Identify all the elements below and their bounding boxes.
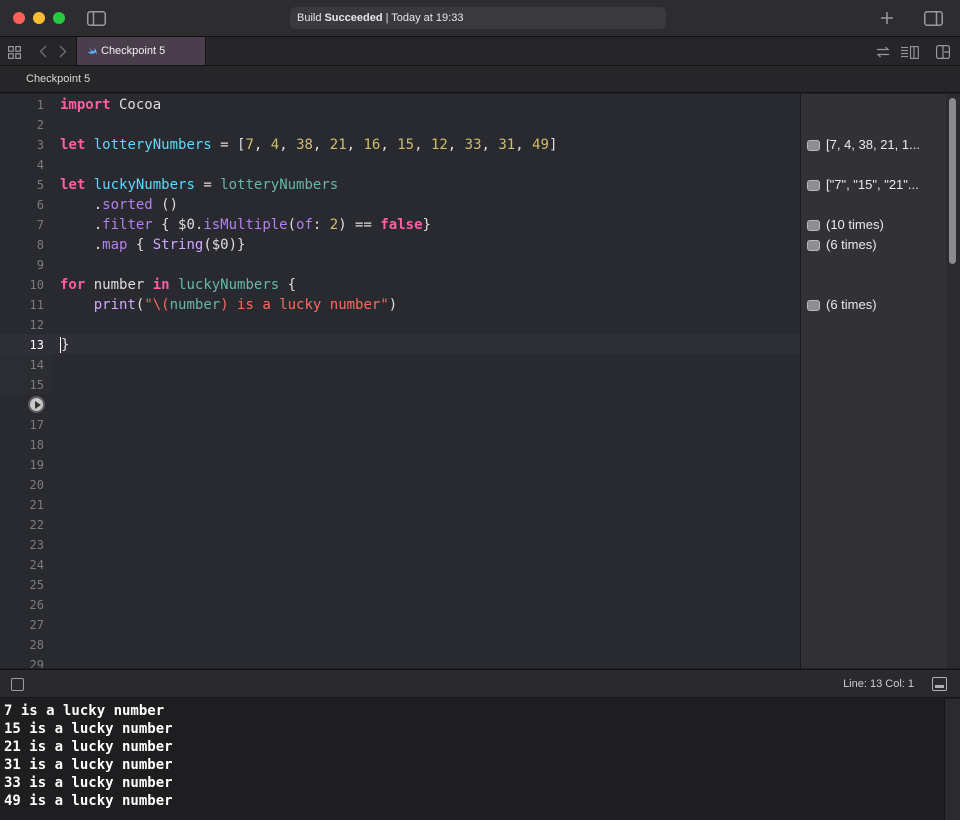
minimize-window-button[interactable] — [33, 12, 45, 24]
add-editor-icon[interactable] — [934, 44, 952, 60]
console-line: 31 is a lucky number — [4, 757, 173, 773]
line-number: 5 — [36, 178, 44, 192]
build-status-prefix: Build — [297, 12, 322, 24]
line-number: 23 — [29, 538, 44, 552]
line-number: 22 — [29, 518, 44, 532]
line-number: 9 — [36, 258, 44, 272]
code-line: let luckyNumbers = lotteryNumbers — [60, 177, 339, 193]
code-line: import Cocoa — [60, 97, 162, 113]
line-number: 21 — [29, 498, 44, 512]
line-number: 10 — [29, 278, 44, 292]
run-to-line-button[interactable] — [28, 396, 45, 413]
line-number: 24 — [29, 558, 44, 572]
line-number: 4 — [36, 158, 44, 172]
title-bar: Build Succeeded | Today at 19:33 — [0, 0, 960, 37]
line-number: 25 — [29, 578, 44, 592]
editor-options-icon[interactable] — [898, 44, 920, 60]
tab-bar: Checkpoint 5 — [0, 37, 960, 66]
code-line: for number in luckyNumbers { — [60, 277, 297, 293]
line-number: 17 — [29, 418, 44, 432]
console-scrollbar[interactable] — [944, 699, 960, 820]
line-number-current: 13 — [29, 338, 44, 352]
build-status: Build Succeeded | Today at 19:33 — [290, 7, 666, 29]
quick-look-icon[interactable] — [807, 299, 820, 311]
build-status-time: | Today at 19:33 — [385, 12, 464, 24]
line-number: 8 — [36, 238, 44, 252]
editor-scrollbar[interactable] — [946, 94, 960, 668]
close-window-button[interactable] — [13, 12, 25, 24]
debug-bar: Line: 13 Col: 1 — [0, 669, 960, 698]
line-number: 12 — [29, 318, 44, 332]
results-sidebar: [7, 4, 38, 21, 1... ["7", "15", "21"... … — [800, 94, 946, 668]
breadcrumb: Checkpoint 5 — [0, 66, 960, 150]
quick-look-icon[interactable] — [807, 139, 820, 151]
line-number: 2 — [36, 118, 44, 132]
code-line: let lotteryNumbers = [7, 4, 38, 21, 16, … — [60, 137, 558, 153]
forward-icon[interactable] — [56, 43, 70, 59]
line-number: 3 — [36, 138, 44, 152]
line-number: 19 — [29, 458, 44, 472]
cursor-position: Line: 13 Col: 1 — [843, 678, 914, 690]
add-icon[interactable] — [878, 9, 896, 27]
tab-label: Checkpoint 5 — [101, 45, 166, 57]
code-line: .sorted () — [60, 197, 179, 213]
result-item[interactable]: (6 times) — [807, 295, 877, 315]
line-number: 18 — [29, 438, 44, 452]
line-number: 1 — [36, 98, 44, 112]
code-line: .filter { $0.isMultiple(of: 2) == false} — [60, 217, 431, 233]
line-number-gutter: 1 2 3 4 5 6 7 8 9 10 11 12 13 14 15 17 1… — [0, 94, 52, 668]
code-line: .map { String($0)} — [60, 237, 246, 253]
code-editor[interactable]: 1 2 3 4 5 6 7 8 9 10 11 12 13 14 15 17 1… — [0, 94, 800, 668]
console-line: 7 is a lucky number — [4, 703, 165, 719]
quick-look-icon[interactable] — [807, 219, 820, 231]
zoom-window-button[interactable] — [53, 12, 65, 24]
sidebar-toggle-icon[interactable] — [86, 9, 106, 27]
swift-icon — [87, 47, 98, 56]
back-icon[interactable] — [36, 43, 50, 59]
console-line: 49 is a lucky number — [4, 793, 173, 809]
code-line-current: } — [60, 337, 70, 353]
line-number: 15 — [29, 378, 44, 392]
console-line: 33 is a lucky number — [4, 775, 173, 791]
quick-look-icon[interactable] — [807, 239, 820, 251]
breadcrumb-item[interactable]: Checkpoint 5 — [26, 73, 90, 85]
result-item[interactable]: ["7", "15", "21"... — [807, 175, 919, 195]
line-number: 11 — [29, 298, 44, 312]
grid-icon[interactable] — [6, 44, 22, 60]
current-line-highlight — [52, 334, 800, 354]
show-debug-area-checkbox[interactable] — [11, 678, 24, 691]
console-toggle-icon[interactable] — [932, 677, 947, 691]
line-number: 20 — [29, 478, 44, 492]
line-number: 29 — [29, 658, 44, 668]
inspector-toggle-icon[interactable] — [922, 9, 944, 27]
tab-checkpoint-5[interactable]: Checkpoint 5 — [76, 37, 206, 65]
line-number: 7 — [36, 218, 44, 232]
code-line: print("\(number) is a lucky number") — [93, 297, 398, 313]
scrollbar-thumb[interactable] — [949, 98, 956, 264]
result-item[interactable]: (6 times) — [807, 235, 877, 255]
swap-icon[interactable] — [874, 44, 892, 60]
console-output[interactable]: 7 is a lucky number 15 is a lucky number… — [0, 699, 944, 820]
line-number: 27 — [29, 618, 44, 632]
result-item[interactable]: (10 times) — [807, 215, 884, 235]
build-status-result: Succeeded — [324, 12, 383, 24]
line-number: 6 — [36, 198, 44, 212]
console-line: 15 is a lucky number — [4, 721, 173, 737]
line-number: 26 — [29, 598, 44, 612]
console-line: 21 is a lucky number — [4, 739, 173, 755]
line-number: 14 — [29, 358, 44, 372]
result-item[interactable]: [7, 4, 38, 21, 1... — [807, 135, 920, 155]
line-number: 28 — [29, 638, 44, 652]
quick-look-icon[interactable] — [807, 179, 820, 191]
